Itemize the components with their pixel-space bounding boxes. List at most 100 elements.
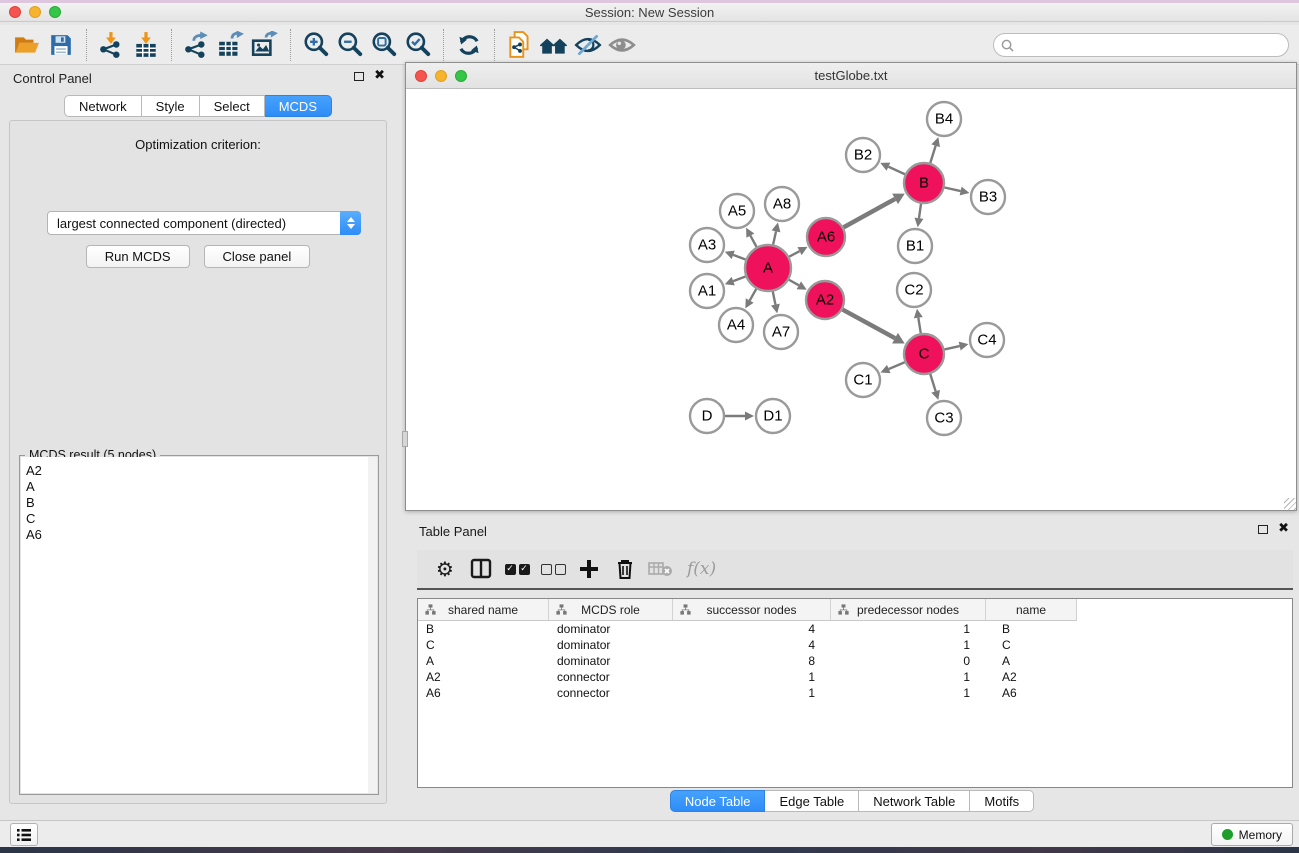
edge-A-A8[interactable] xyxy=(773,231,776,244)
column-header-MCDS-role[interactable]: MCDS role xyxy=(549,599,673,621)
home-layout-icon[interactable] xyxy=(537,29,571,61)
window-resize-handle[interactable] xyxy=(1284,498,1296,510)
zoom-window-button[interactable] xyxy=(49,6,61,18)
network-close-button[interactable] xyxy=(415,70,427,82)
edge-C-C1[interactable] xyxy=(889,362,905,369)
node-B[interactable]: B xyxy=(904,163,944,203)
show-column-icon[interactable] xyxy=(465,554,497,584)
close-panel-button[interactable]: Close panel xyxy=(204,245,311,268)
close-window-button[interactable] xyxy=(9,6,21,18)
close-table-panel-icon[interactable]: ✖ xyxy=(1278,524,1289,534)
edge-A2-C[interactable] xyxy=(843,310,895,339)
node-C2[interactable]: C2 xyxy=(897,273,931,307)
first-network-view-icon[interactable] xyxy=(503,29,537,61)
zoom-selected-icon[interactable] xyxy=(401,29,435,61)
select-all-icon[interactable]: ✓✓ xyxy=(501,554,533,584)
node-A6[interactable]: A6 xyxy=(807,218,845,256)
refresh-icon[interactable] xyxy=(452,29,486,61)
zoom-fit-icon[interactable] xyxy=(367,29,401,61)
edge-C-C2[interactable] xyxy=(918,318,920,334)
table-tab-network-table[interactable]: Network Table xyxy=(859,790,970,812)
node-A2[interactable]: A2 xyxy=(806,281,844,319)
node-B2[interactable]: B2 xyxy=(846,138,880,172)
add-row-icon[interactable] xyxy=(573,554,605,584)
node-B3[interactable]: B3 xyxy=(971,180,1005,214)
column-header-shared-name[interactable]: shared name xyxy=(418,599,549,621)
import-table-icon[interactable] xyxy=(129,29,163,61)
tab-network[interactable]: Network xyxy=(64,95,142,117)
tab-style[interactable]: Style xyxy=(142,95,200,117)
result-item[interactable]: A6 xyxy=(26,527,371,543)
node-D1[interactable]: D1 xyxy=(756,399,790,433)
result-item[interactable]: B xyxy=(26,495,371,511)
edge-B-B1[interactable] xyxy=(919,204,921,218)
column-header-name[interactable]: name xyxy=(986,599,1077,621)
tab-mcds[interactable]: MCDS xyxy=(265,95,332,117)
deselect-all-icon[interactable] xyxy=(537,554,569,584)
node-D[interactable]: D xyxy=(690,399,724,433)
memory-button[interactable]: Memory xyxy=(1211,823,1293,846)
column-header-successor-nodes[interactable]: successor nodes xyxy=(673,599,831,621)
open-file-icon[interactable] xyxy=(10,29,44,61)
search-input[interactable] xyxy=(1018,38,1288,52)
hide-selected-icon[interactable] xyxy=(571,29,605,61)
result-scrollbar[interactable] xyxy=(368,457,377,793)
edge-A-A6[interactable] xyxy=(789,251,799,257)
show-selected-icon[interactable] xyxy=(605,29,639,61)
export-image-icon[interactable] xyxy=(248,29,282,61)
node-C1[interactable]: C1 xyxy=(846,363,880,397)
table-row[interactable]: A2connector11A2 xyxy=(418,669,1292,685)
network-zoom-button[interactable] xyxy=(455,70,467,82)
edge-A-A7[interactable] xyxy=(773,292,776,305)
table-tab-edge-table[interactable]: Edge Table xyxy=(765,790,859,812)
function-builder-icon[interactable]: f(x) xyxy=(687,559,716,579)
zoom-in-icon[interactable] xyxy=(299,29,333,61)
table-row[interactable]: Adominator80A xyxy=(418,653,1292,669)
minimize-window-button[interactable] xyxy=(29,6,41,18)
result-item[interactable]: A xyxy=(26,479,371,495)
edge-A6-B[interactable] xyxy=(844,199,896,227)
zoom-out-icon[interactable] xyxy=(333,29,367,61)
criterion-select[interactable]: largest connected component (directed) xyxy=(47,211,361,235)
node-C[interactable]: C xyxy=(904,334,944,374)
node-C3[interactable]: C3 xyxy=(927,401,961,435)
table-row[interactable]: Cdominator41C xyxy=(418,637,1292,653)
export-table-icon[interactable] xyxy=(214,29,248,61)
import-network-icon[interactable] xyxy=(95,29,129,61)
edge-B-B4[interactable] xyxy=(930,146,935,163)
node-B1[interactable]: B1 xyxy=(898,229,932,263)
node-A4[interactable]: A4 xyxy=(719,308,753,342)
result-item[interactable]: A2 xyxy=(26,463,371,479)
node-A[interactable]: A xyxy=(745,245,791,291)
network-graph[interactable]: B4B2BB3A5A8A6A3B1AA1C2A2A4A7C4CC1C3DD1 xyxy=(406,89,1296,510)
table-tab-motifs[interactable]: Motifs xyxy=(970,790,1034,812)
task-history-icon[interactable] xyxy=(10,823,38,846)
column-header-predecessor-nodes[interactable]: predecessor nodes xyxy=(831,599,986,621)
edge-B-B2[interactable] xyxy=(888,167,904,175)
table-row[interactable]: A6connector11A6 xyxy=(418,685,1292,701)
edge-A-A2[interactable] xyxy=(789,280,799,286)
node-A5[interactable]: A5 xyxy=(720,194,754,228)
export-network-icon[interactable] xyxy=(180,29,214,61)
close-panel-icon[interactable]: ✖ xyxy=(374,71,385,81)
edge-C-C3[interactable] xyxy=(930,374,935,391)
node-A1[interactable]: A1 xyxy=(690,274,724,308)
edge-A-A4[interactable] xyxy=(750,289,757,301)
node-A8[interactable]: A8 xyxy=(765,187,799,221)
delete-table-icon[interactable] xyxy=(645,554,677,584)
node-C4[interactable]: C4 xyxy=(970,323,1004,357)
network-canvas[interactable]: B4B2BB3A5A8A6A3B1AA1C2A2A4A7C4CC1C3DD1 xyxy=(406,89,1296,510)
run-mcds-button[interactable]: Run MCDS xyxy=(86,245,190,268)
node-B4[interactable]: B4 xyxy=(927,102,961,136)
network-minimize-button[interactable] xyxy=(435,70,447,82)
node-A7[interactable]: A7 xyxy=(764,315,798,349)
float-table-panel-icon[interactable] xyxy=(1258,525,1268,534)
edge-A-A3[interactable] xyxy=(733,255,745,260)
float-panel-icon[interactable] xyxy=(354,72,364,81)
splitter-handle[interactable] xyxy=(402,431,408,447)
delete-row-icon[interactable] xyxy=(609,554,641,584)
edge-A-A5[interactable] xyxy=(750,236,756,247)
result-item[interactable]: C xyxy=(26,511,371,527)
edge-C-C4[interactable] xyxy=(944,346,959,349)
table-row[interactable]: Bdominator41B xyxy=(418,621,1292,637)
